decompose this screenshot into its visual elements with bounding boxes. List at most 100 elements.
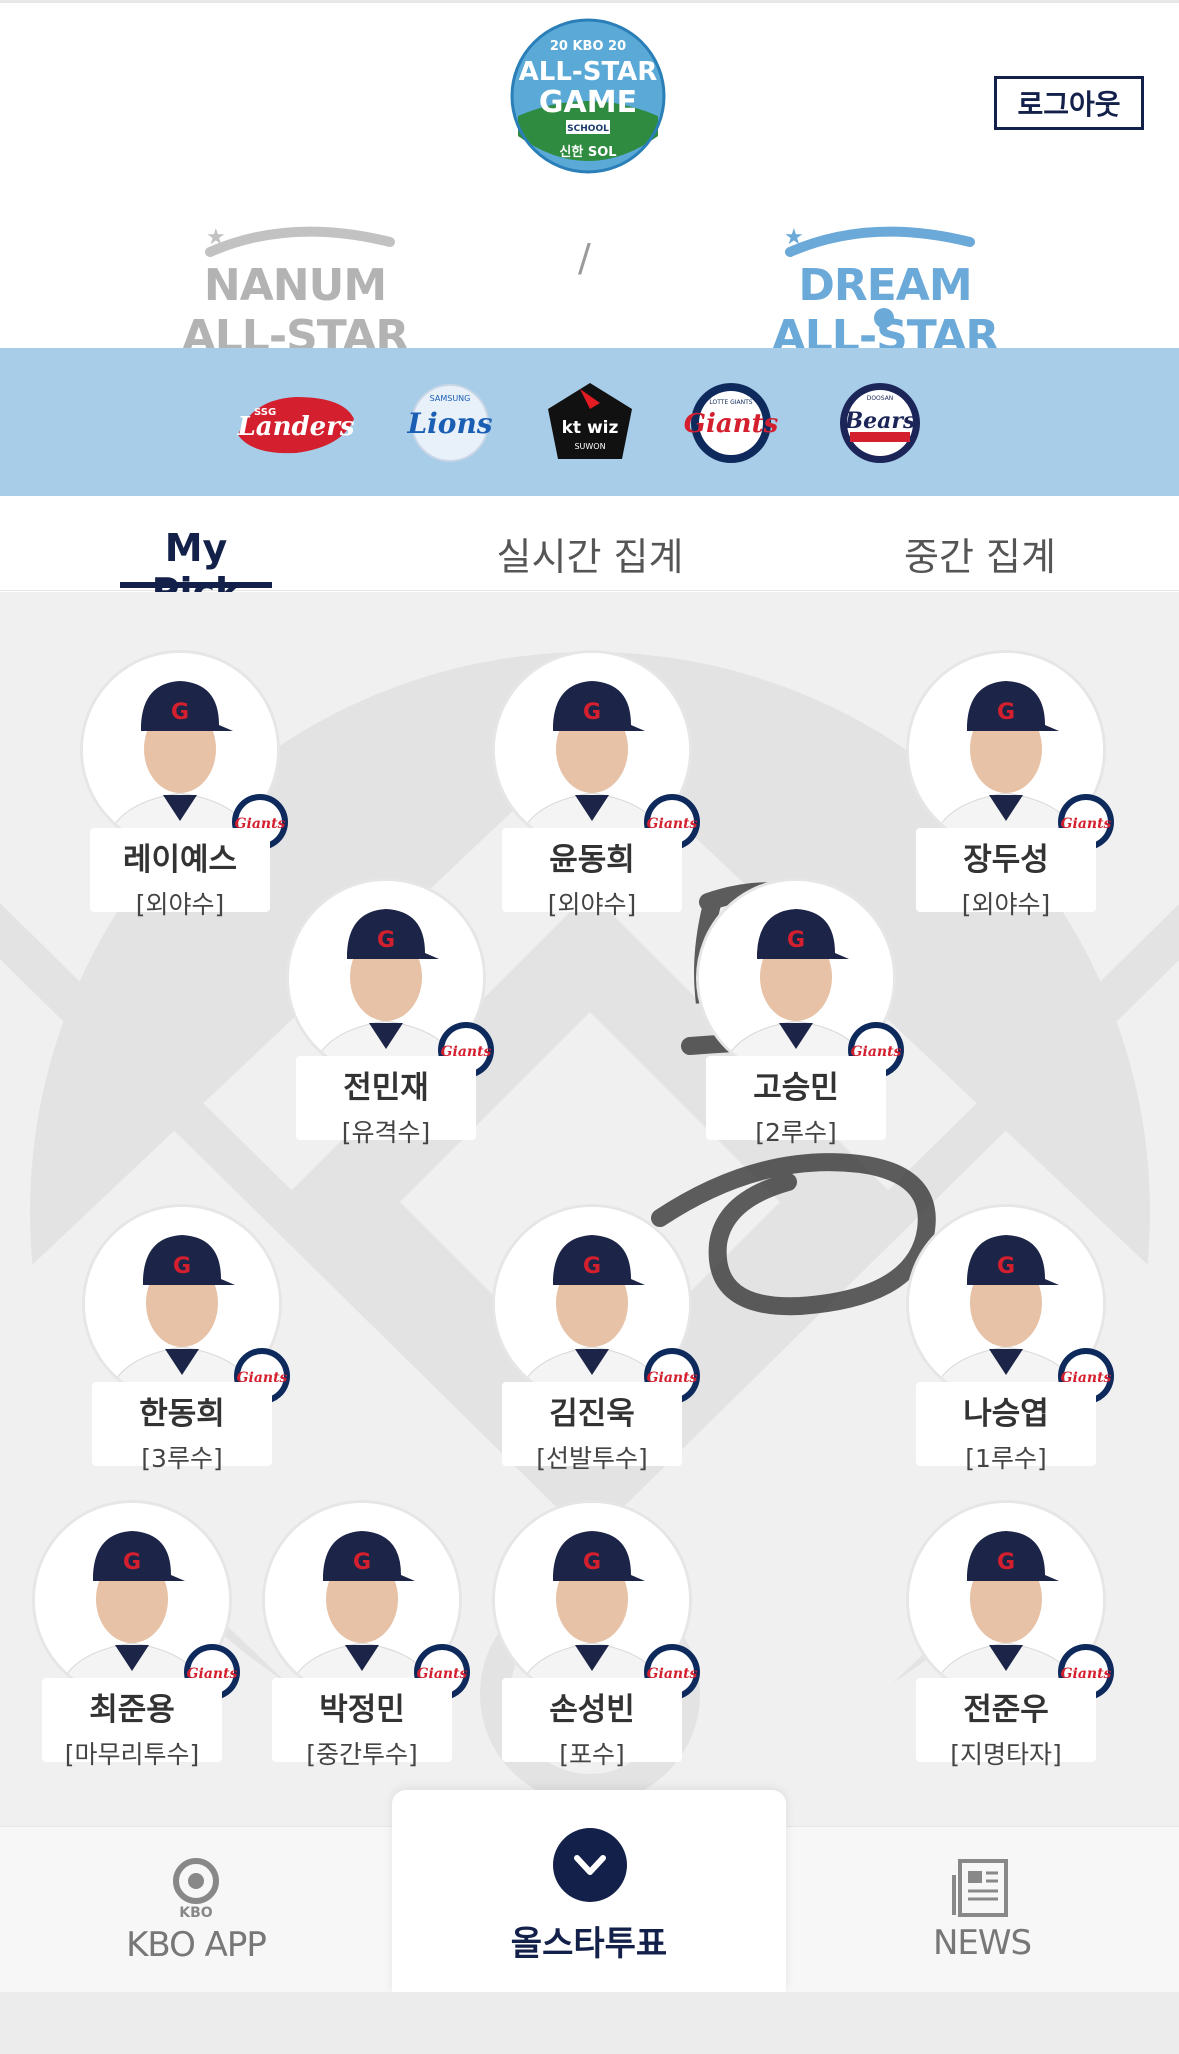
league-separator: /	[578, 236, 591, 280]
player-position: [1루수]	[965, 1444, 1047, 1473]
player-position: [외야수]	[961, 890, 1051, 919]
svg-text:G: G	[123, 1550, 141, 1575]
player-name-plate: 레이예스 [외야수]	[90, 828, 270, 919]
svg-text:G: G	[997, 1550, 1015, 1575]
player-name-plate: 나승엽 [1루수]	[916, 1382, 1096, 1473]
player-name: 최준용	[89, 1692, 175, 1728]
tab-realtime-tally[interactable]: 실시간 집계	[480, 526, 700, 581]
news-nav[interactable]: NEWS	[902, 1857, 1062, 1963]
player-name-plate: 한동희 [3루수]	[92, 1382, 272, 1473]
svg-text:SUWON: SUWON	[574, 442, 605, 451]
player-name: 한동희	[139, 1396, 225, 1432]
kbo-app-nav[interactable]: KBO KBO APP	[116, 1857, 276, 1965]
svg-text:G: G	[583, 1550, 601, 1575]
giants-logo[interactable]: LOTTE GIANTS Giants	[676, 378, 786, 468]
player-name: 전민재	[343, 1070, 429, 1106]
kbo-app-label: KBO APP	[126, 1925, 267, 1965]
svg-text:Lions: Lions	[406, 407, 492, 440]
svg-text:G: G	[583, 1254, 601, 1279]
lions-logo[interactable]: SAMSUNG Lions	[390, 378, 510, 468]
player-name: 장두성	[963, 842, 1049, 878]
svg-text:★: ★	[784, 225, 804, 250]
footer-strip	[0, 1992, 1179, 2054]
team-logo-bar: SSG Landers SAMSUNG Lions kt wiz SUWON L…	[0, 348, 1179, 496]
player-card[interactable]: G Giants 박정민 [중간투수]	[262, 1500, 470, 1769]
svg-text:G: G	[377, 928, 395, 953]
player-name-plate: 윤동희 [외야수]	[502, 828, 682, 919]
player-name-plate: 손성빈 [포수]	[502, 1678, 682, 1769]
top-divider	[0, 0, 1179, 3]
player-name: 전준우	[963, 1692, 1049, 1728]
player-name: 레이예스	[122, 842, 238, 878]
svg-text:SCHOOL: SCHOOL	[567, 124, 609, 134]
player-name-plate: 전민재 [유격수]	[296, 1056, 476, 1147]
bears-logo[interactable]: DOOSAN Bears	[830, 378, 930, 468]
svg-text:★: ★	[206, 225, 226, 250]
svg-text:LOTTE GIANTS: LOTTE GIANTS	[709, 399, 752, 406]
player-name-plate: 박정민 [중간투수]	[272, 1678, 452, 1769]
landers-logo[interactable]: SSG Landers	[232, 378, 360, 468]
svg-text:kt wiz: kt wiz	[562, 418, 619, 438]
player-position: [중간투수]	[306, 1740, 418, 1769]
player-name: 손성빈	[549, 1692, 635, 1728]
player-card[interactable]: G Giants 한동희 [3루수]	[82, 1204, 290, 1473]
ktwiz-logo[interactable]: kt wiz SUWON	[540, 378, 640, 468]
svg-text:Giants: Giants	[684, 409, 779, 439]
player-name: 나승엽	[963, 1396, 1049, 1432]
player-card[interactable]: G Giants 손성빈 [포수]	[492, 1500, 700, 1769]
svg-text:G: G	[171, 700, 189, 725]
svg-text:Landers: Landers	[236, 412, 354, 442]
player-name: 박정민	[319, 1692, 405, 1728]
player-position: [선발투수]	[536, 1444, 648, 1473]
player-name-plate: 최준용 [마무리투수]	[42, 1678, 222, 1769]
allstar-vote-nav[interactable]: 올스타투표	[392, 1790, 786, 1992]
chevron-down-icon	[553, 1828, 627, 1902]
svg-text:G: G	[997, 700, 1015, 725]
allstar-vote-label: 올스타투표	[510, 1924, 668, 1964]
svg-text:KBO: KBO	[179, 1905, 213, 1921]
dream-allstar-tab[interactable]: ★ DREAM ALL-STAR	[740, 222, 1030, 362]
svg-text:신한 SOL: 신한 SOL	[559, 144, 616, 160]
player-position: [3루수]	[141, 1444, 223, 1473]
player-position: [포수]	[559, 1740, 625, 1769]
view-tabs: My Pick 실시간 집계 중간 집계	[0, 496, 1179, 614]
active-tab-underline	[120, 582, 272, 588]
player-name: 김진욱	[549, 1396, 635, 1432]
svg-text:ALL-STAR: ALL-STAR	[519, 57, 658, 87]
player-card[interactable]: G Giants 전민재 [유격수]	[286, 878, 494, 1147]
svg-text:DOOSAN: DOOSAN	[867, 395, 894, 402]
svg-text:G: G	[173, 1254, 191, 1279]
svg-text:G: G	[787, 928, 805, 953]
player-position: [외야수]	[547, 890, 637, 919]
tab-interim-tally[interactable]: 중간 집계	[880, 526, 1080, 581]
player-card[interactable]: G Giants 김진욱 [선발투수]	[492, 1204, 700, 1473]
player-name: 고승민	[753, 1070, 839, 1106]
player-card[interactable]: G Giants 최준용 [마무리투수]	[32, 1500, 240, 1769]
newspaper-icon	[952, 1859, 1008, 1917]
svg-text:G: G	[583, 700, 601, 725]
player-name-plate: 김진욱 [선발투수]	[502, 1382, 682, 1473]
player-position: [2루수]	[755, 1118, 837, 1147]
kbo-logo-icon: KBO	[173, 1858, 219, 1921]
player-position: [마무리투수]	[64, 1740, 200, 1769]
svg-text:G: G	[353, 1550, 371, 1575]
player-card[interactable]: G Giants 장두성 [외야수]	[906, 650, 1114, 919]
player-card[interactable]: G Giants 레이예스 [외야수]	[80, 650, 288, 919]
player-name: 윤동희	[549, 842, 635, 878]
player-card[interactable]: G Giants 나승엽 [1루수]	[906, 1204, 1114, 1473]
news-label: NEWS	[932, 1923, 1032, 1963]
active-league-indicator	[874, 308, 894, 328]
player-name-plate: 고승민 [2루수]	[706, 1056, 886, 1147]
logout-button[interactable]: 로그아웃	[994, 76, 1144, 130]
svg-text:20 KBO 20: 20 KBO 20	[550, 39, 626, 54]
player-card[interactable]: G Giants 전준우 [지명타자]	[906, 1500, 1114, 1769]
svg-text:G: G	[997, 1254, 1015, 1279]
player-card[interactable]: G Giants 고승민 [2루수]	[696, 878, 904, 1147]
player-name-plate: 전준우 [지명타자]	[916, 1678, 1096, 1769]
player-field: G Giants 레이예스 [외야수] G Giants 윤동희 [외야수] G Giants 장두…	[0, 592, 1179, 1828]
svg-text:GAME: GAME	[539, 85, 637, 120]
player-card[interactable]: G Giants 윤동희 [외야수]	[492, 650, 700, 919]
nanum-allstar-label: NANUM ALL-STAR	[181, 260, 410, 362]
nanum-allstar-tab[interactable]: ★ NANUM ALL-STAR	[150, 222, 440, 362]
player-position: [지명타자]	[950, 1740, 1062, 1769]
